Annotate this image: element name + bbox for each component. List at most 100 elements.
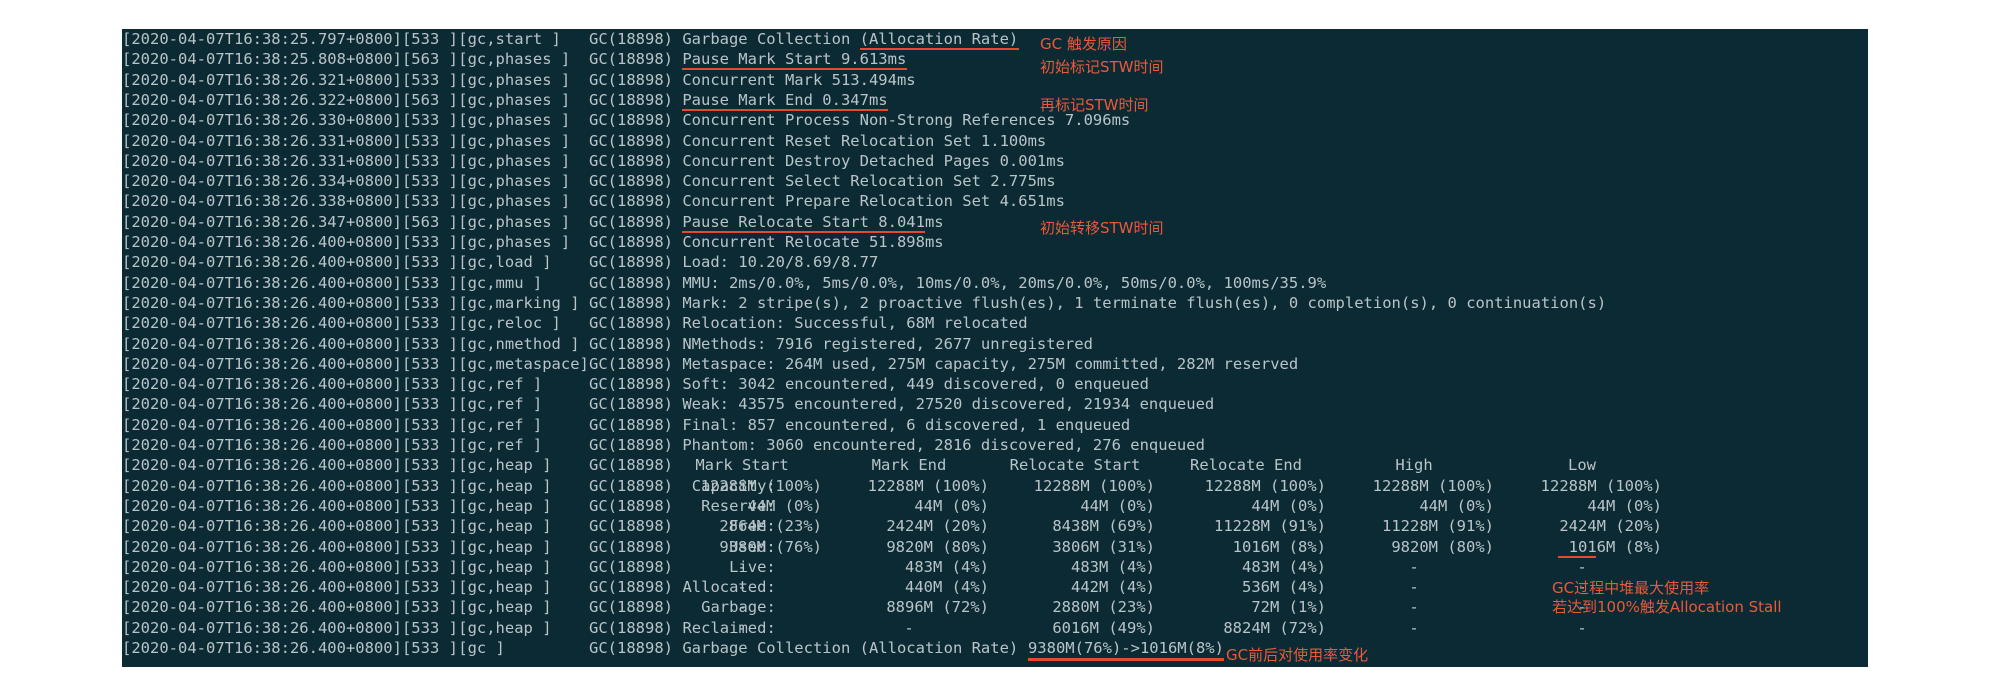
log-timestamp: [2020-04-07T16:38:26.334+0800][533 ] [122,172,458,191]
log-gc-id: GC(18898) [589,598,673,617]
log-timestamp: [2020-04-07T16:38:26.331+0800][533 ] [122,151,458,170]
heap-cell: - [1409,618,1419,637]
log-tag: [gc,ref ] [458,436,543,454]
log-tag: [gc,phases ] [458,192,571,211]
log-timestamp: [2020-04-07T16:38:26.331+0800][533 ] [122,131,458,150]
log-tag: [gc,heap ] [458,537,552,556]
log-message: GC(18898) Concurrent Mark 513.494ms [589,70,916,89]
log-tag: [gc,phases ] [458,50,571,69]
log-timestamp: [2020-04-07T16:38:26.330+0800][533 ] [122,111,458,130]
heap-column-header: High [1395,456,1433,475]
log-timestamp: [2020-04-07T16:38:26.400+0800][533 ] [122,639,458,657]
log-message: GC(18898) Concurrent Destroy Detached Pa… [589,151,1065,170]
log-timestamp: [2020-04-07T16:38:26.400+0800][533 ] [122,618,458,637]
log-gc-id: GC(18898) [589,476,673,495]
log-timestamp: [2020-04-07T16:38:26.400+0800][533 ] [122,517,458,536]
highlight-underline [682,230,926,233]
log-tag: [gc,phases ] [458,233,571,251]
log-timestamp: [2020-04-07T16:38:26.400+0800][533 ] [122,395,458,414]
log-gc-id: GC(18898) [589,517,673,536]
heap-cell: - [1409,557,1419,576]
heap-column-header: Mark Start [695,456,789,475]
log-message: GC(18898) Mark: 2 stripe(s), 2 proactive… [589,293,1607,312]
heap-cell: 483M (4%) [1071,557,1155,576]
heap-cell: 442M (4%) [1071,578,1155,597]
heap-column-header: Low [1568,456,1596,475]
log-tag: [gc,load ] [458,253,552,272]
log-timestamp: [2020-04-07T16:38:26.400+0800][533 ] [122,314,458,333]
log-message: GC(18898) Garbage Collection (Allocation… [589,639,1019,657]
log-message: GC(18898) Pause Mark End 0.347ms [589,90,888,109]
log-message: GC(18898) MMU: 2ms/0.0%, 5ms/0.0%, 10ms/… [589,273,1327,292]
heap-cell: 12288M (100%) [1372,476,1494,495]
log-timestamp: [2020-04-07T16:38:26.400+0800][533 ] [122,476,458,495]
log-tag: [gc,heap ] [458,517,552,536]
heap-cell: - [737,557,747,576]
log-tag: [gc,heap ] [458,456,552,475]
log-timestamp: [2020-04-07T16:38:25.808+0800][563 ] [122,50,458,69]
log-tag: [gc,phases ] [458,70,571,89]
log-tag: [gc,heap ] [458,578,552,597]
heap-cell: 8438M (69%) [1052,517,1155,536]
log-tag: [gc,reloc ] [458,314,561,333]
heap-cell: 6016M (49%) [1052,618,1155,637]
log-timestamp: [2020-04-07T16:38:26.321+0800][533 ] [122,70,458,89]
highlight-underline [682,68,907,71]
heap-cell: 12288M (100%) [867,476,989,495]
heap-column-header: Relocate Start [1009,456,1141,475]
log-tag: [gc,heap ] [458,496,552,515]
log-timestamp: [2020-04-07T16:38:26.400+0800][533 ] [122,557,458,576]
heap-cell-high-used: 9820M (80%) [1391,537,1494,556]
heap-cell: - [737,618,747,637]
heap-cell: 44M (0%) [1419,496,1494,515]
heap-cell: 2424M (20%) [886,517,989,536]
log-message: GC(18898) Pause Mark Start 9.613ms [589,50,907,69]
log-tag: [gc,phases ] [458,172,571,191]
heap-cell: 8824M (72%) [1223,618,1326,637]
log-timestamp: [2020-04-07T16:38:26.347+0800][563 ] [122,212,458,231]
log-message: GC(18898) Concurrent Select Relocation S… [589,172,1056,191]
highlight-underline [1558,555,1596,558]
log-timestamp: [2020-04-07T16:38:26.400+0800][533 ] [122,354,458,373]
log-timestamp: [2020-04-07T16:38:26.400+0800][533 ] [122,436,458,454]
annotation-usage-change: GC前后对使用率变化 [1226,646,1369,664]
heap-cell: 11228M (91%) [1382,517,1494,536]
log-timestamp: [2020-04-07T16:38:26.400+0800][533 ] [122,415,458,434]
log-tag: [gc,nmethod ] [458,334,580,353]
log-tag: [gc,ref ] [458,395,543,414]
log-gc-id: GC(18898) [589,557,673,576]
heap-cell: 2864M (23%) [719,517,822,536]
log-timestamp: [2020-04-07T16:38:26.400+0800][533 ] [122,578,458,597]
heap-cell: 1016M (8%) [1232,537,1326,556]
heap-cell: 440M (4%) [905,578,989,597]
annotation-mark-end-stw: 再标记STW时间 [1040,96,1149,114]
heap-cell: - [1577,557,1587,576]
log-message: GC(18898) Final: 857 encountered, 6 disc… [589,415,1131,434]
annotation-gc-cause: GC 触发原因 [1040,35,1127,53]
log-message: GC(18898) Soft: 3042 encountered, 449 di… [589,375,1149,394]
log-timestamp: [2020-04-07T16:38:25.797+0800][533 ] [122,30,458,48]
log-timestamp: [2020-04-07T16:38:26.322+0800][563 ] [122,90,458,109]
log-message: GC(18898) Phantom: 3060 encountered, 281… [589,436,1205,454]
heap-cell: 483M (4%) [1242,557,1326,576]
log-tag: [gc,phases ] [458,111,571,130]
heap-cell: 483M (4%) [905,557,989,576]
log-message: GC(18898) Concurrent Prepare Relocation … [589,192,1065,211]
log-gc-id: GC(18898) [589,456,673,475]
highlight-underline [682,108,888,111]
heap-cell: 3806M (31%) [1052,537,1155,556]
log-gc-id: GC(18898) [589,578,673,597]
log-timestamp: [2020-04-07T16:38:26.400+0800][533 ] [122,293,458,312]
log-message: GC(18898) Load: 10.20/8.69/8.77 [589,253,879,272]
log-message: GC(18898) Pause Relocate Start 8.041ms [589,212,944,231]
log-tag: [gc ] [458,639,505,657]
log-timestamp: [2020-04-07T16:38:26.400+0800][533 ] [122,456,458,475]
log-tag: [gc,start ] [458,30,561,48]
log-timestamp: [2020-04-07T16:38:26.400+0800][533 ] [122,233,458,251]
heap-cell: 8896M (72%) [886,598,989,617]
heap-cell: - [1409,598,1419,617]
log-tag: [gc,ref ] [458,375,543,394]
log-timestamp: [2020-04-07T16:38:26.338+0800][533 ] [122,192,458,211]
log-gc-id: GC(18898) [589,537,673,556]
log-tag: [gc,heap ] [458,618,552,637]
